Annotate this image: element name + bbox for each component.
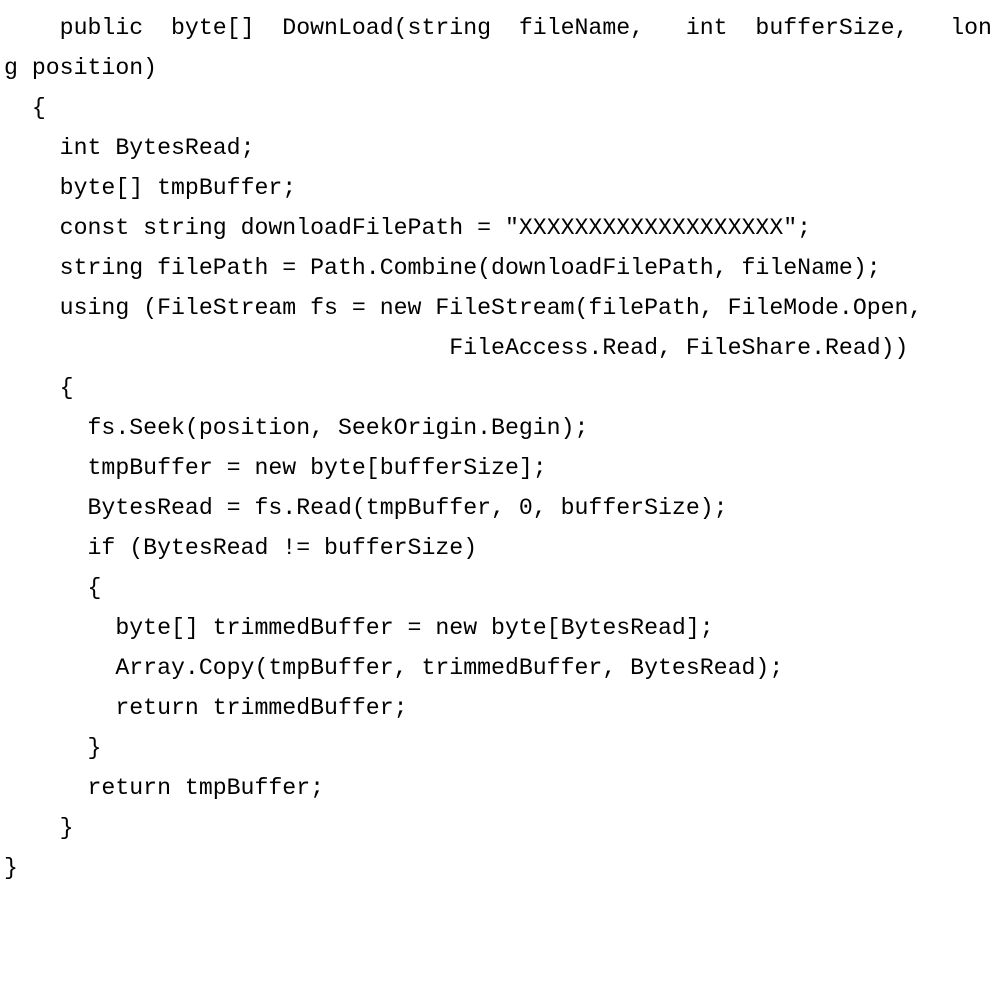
code-block: public byte[] DownLoad(string fileName, … xyxy=(0,0,1000,896)
